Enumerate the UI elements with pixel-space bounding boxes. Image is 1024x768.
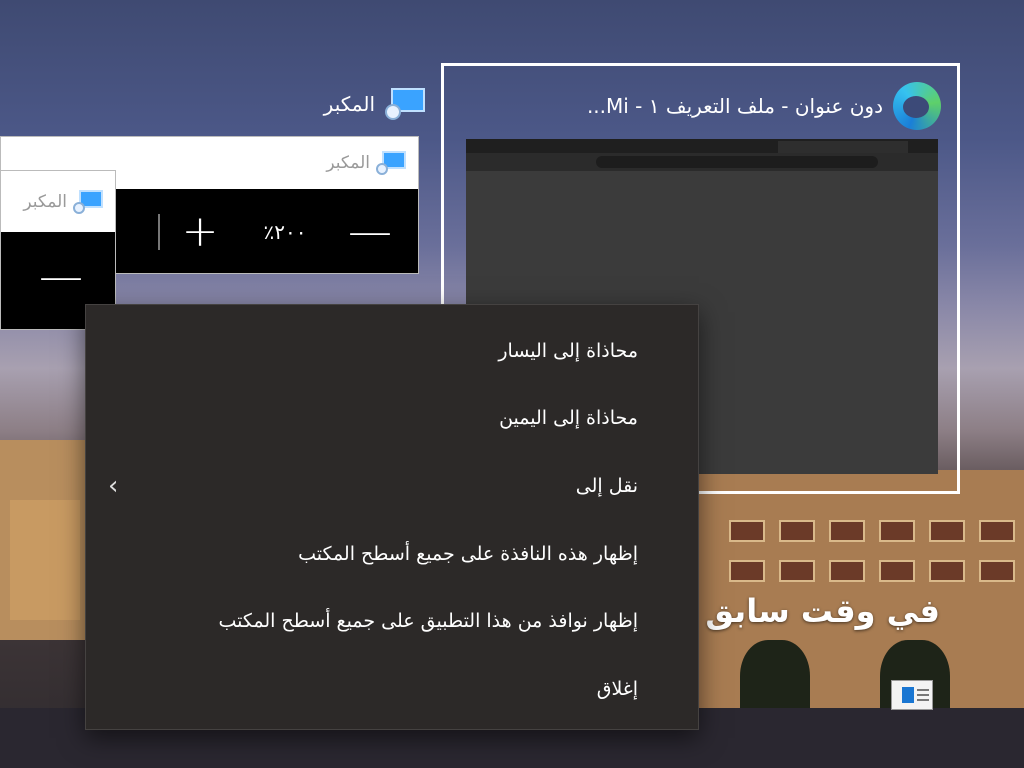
zoom-in-button[interactable]: + bbox=[170, 202, 230, 262]
menu-item-label: نقل إلى bbox=[575, 474, 638, 497]
magnifier-window-title: المكبر bbox=[326, 153, 370, 173]
window-title-row: دون عنوان - ملف التعريف ١ - Mi... bbox=[460, 80, 941, 132]
menu-item-show-window-all-desktops[interactable]: إظهار هذه النافذة على جميع أسطح المكتب bbox=[86, 520, 698, 588]
menu-item-label: إغلاق bbox=[596, 677, 638, 700]
magnifier-icon bbox=[376, 151, 406, 175]
menu-item-label: إظهار نوافذ من هذا التطبيق على جميع أسطح… bbox=[218, 610, 638, 633]
zoom-out-button[interactable]: — bbox=[340, 202, 400, 262]
thumbnail-tabbar bbox=[466, 139, 938, 153]
context-menu: محاذاة إلى اليسار محاذاة إلى اليمين ‹ نق… bbox=[85, 304, 699, 730]
menu-item-close[interactable]: إغلاق bbox=[86, 655, 698, 723]
magnifier-icon bbox=[385, 88, 425, 120]
app-window-icon[interactable] bbox=[891, 680, 933, 710]
window-title: دون عنوان - ملف التعريف ١ - Mi... bbox=[586, 94, 883, 118]
thumbnail-addressbar bbox=[466, 153, 938, 171]
magnifier-icon bbox=[73, 189, 103, 214]
menu-item-move-to[interactable]: ‹ نقل إلى bbox=[86, 452, 698, 520]
menu-item-show-app-all-desktops[interactable]: إظهار نوافذ من هذا التطبيق على جميع أسطح… bbox=[86, 587, 698, 655]
zoom-level: ٢٠٠٪ bbox=[263, 220, 307, 244]
magnifier-window-title: المكبر bbox=[23, 191, 67, 212]
menu-item-label: إظهار هذه النافذة على جميع أسطح المكتب bbox=[298, 542, 638, 565]
magnifier-task-label[interactable]: المكبر bbox=[290, 82, 425, 126]
chevron-left-icon: ‹ bbox=[108, 470, 119, 501]
menu-item-label: محاذاة إلى اليمين bbox=[499, 407, 638, 430]
menu-item-label: محاذاة إلى اليسار bbox=[498, 339, 638, 362]
edge-icon bbox=[893, 82, 941, 130]
previously-heading: في وقت سابق bbox=[705, 592, 940, 630]
zoom-out-button[interactable]: — bbox=[31, 251, 91, 311]
magnifier-controls: — ٢٠٠٪ + bbox=[117, 189, 418, 275]
magnifier-window-header: المكبر bbox=[1, 171, 115, 232]
menu-item-snap-right[interactable]: محاذاة إلى اليمين bbox=[86, 385, 698, 453]
wallpaper-building bbox=[10, 500, 80, 620]
magnifier-label: المكبر bbox=[323, 92, 375, 116]
menu-item-snap-left[interactable]: محاذاة إلى اليسار bbox=[86, 317, 698, 385]
divider bbox=[158, 214, 160, 250]
